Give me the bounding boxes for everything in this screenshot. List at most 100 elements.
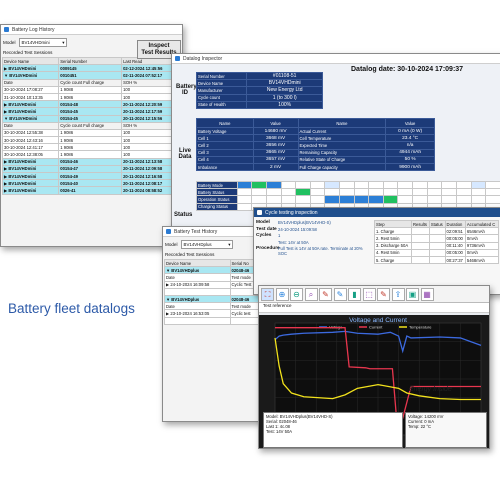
live-row: Imbalance 2 mV Full Charge capacity 9900 mA… xyxy=(196,162,435,172)
live-name: Remaining Capacity xyxy=(297,148,387,157)
window-title: Battery Log History xyxy=(12,26,55,33)
inspector-titlebar: Datalog Inspector xyxy=(172,54,500,64)
step-row[interactable]: 1. Charge 02:09:51 6546mAh xyxy=(374,227,500,236)
app-icon xyxy=(4,27,9,32)
step-status xyxy=(428,248,446,257)
status-flag xyxy=(236,180,253,190)
status-flag xyxy=(485,180,500,190)
search-icon[interactable]: ⌕ xyxy=(304,287,318,301)
live-row: Battery Voltage 14680 mV Actual Current 0 m… xyxy=(196,126,435,136)
status-flag xyxy=(324,188,341,197)
session-row[interactable]: ▶ BV14VHDmini 00154-40 20-11-2024 12:08:17 xyxy=(1,179,179,188)
cycle-testing-titlebar: Cycle testing inspection xyxy=(254,208,500,217)
session-row[interactable]: ▶ BV14VHDmini 00154-49 20-11-2024 12:16:58 xyxy=(1,171,179,181)
device-name-cell: ▶ BV14VHDmini xyxy=(1,64,60,73)
session-row[interactable]: ▶ BV14VHDmini 0026-41 20-11-2024 08:58:52 xyxy=(1,186,179,195)
test-history-titlebar: Battery Test History xyxy=(163,227,265,237)
status-flag xyxy=(368,188,384,197)
status-flag xyxy=(280,195,297,204)
status-flag xyxy=(485,188,500,197)
session-row[interactable]: ▶ BV14VHDmini 00154-47 20-11-2024 12:09:58 xyxy=(1,164,179,174)
cycle-fullcharge-cell: 1 9086 xyxy=(58,150,123,159)
step-row[interactable]: 5. Charge 00:27:37 5468mAh xyxy=(374,255,500,265)
status-flag xyxy=(236,202,253,211)
status-flag xyxy=(426,195,443,204)
step-accumulated: 0mAh xyxy=(464,248,500,257)
cycle-fullcharge-cell: 1 9086 xyxy=(58,136,123,145)
sub-row[interactable]: ▶ 23-10-2024 16:53:05 Cyclic test xyxy=(164,309,264,318)
status-flag xyxy=(324,180,341,190)
step-row[interactable]: 2. Rest 5min 00:05:00 0mAh xyxy=(374,234,500,243)
chevron-down-icon: ▾ xyxy=(228,241,231,247)
status-flag xyxy=(455,195,472,204)
session-row[interactable]: ▶ BV14VHDmini 0009145 02-12-2024 12:45:56 xyxy=(1,64,179,73)
date-cell: ▶ 23-10-2024 16:53:05 xyxy=(164,309,231,318)
model-dropdown[interactable]: BV14VHDmini ▾ xyxy=(18,38,67,47)
live-value: 4944 mAh xyxy=(385,148,435,157)
session-row[interactable]: ▶ BV14VHDmini 00154-45 20-11-2024 12:17:59 xyxy=(1,107,179,116)
live-row: Cell 2 3656 mV Expected Time n/a xyxy=(196,141,435,150)
steps-header: Status xyxy=(428,219,446,229)
sub-row[interactable]: 30-10-2024 12:43:16 1 9086 100 xyxy=(1,136,179,145)
model-dropdown[interactable]: BV14VHDplus ▾ xyxy=(180,240,233,249)
readout-lines: Voltage: 14200 mV Current: 0 mA Temp: 22 °… xyxy=(408,414,484,429)
pen-color-icon[interactable]: ✎ xyxy=(333,287,347,301)
serial-cell: 00154-49 xyxy=(58,171,123,181)
live-name: Imbalance xyxy=(196,162,254,172)
step-result xyxy=(411,241,430,250)
save-icon[interactable]: ▣ xyxy=(406,287,419,301)
step-result xyxy=(411,248,430,257)
column-header: Device Name xyxy=(1,56,60,66)
info-lines: Model: BV14VHDplus(BV14VHD-S) Serial: 020… xyxy=(266,414,400,434)
session-row[interactable]: ▶ BV14VHDmini 00154-46 20-11-2024 12:13:58 xyxy=(1,157,179,166)
last-read-cell: 20-11-2024 12:16:58 xyxy=(121,171,179,181)
zoom-in-icon[interactable]: ⊕ xyxy=(275,287,289,301)
sub-row[interactable]: ▶ 24-10-2024 16:09:58 Cyclic Test xyxy=(164,280,264,289)
status-row: Battery Mode xyxy=(196,180,500,190)
sub-header-row: Date Cycle count Full charge SOH % xyxy=(1,121,179,130)
soh-cell: 100 xyxy=(121,92,179,102)
step-accumulated: 0mAh xyxy=(464,234,500,243)
sub-row[interactable]: 31-10-2024 10:13:35 1 9086 100 xyxy=(1,92,179,102)
grid-icon[interactable]: ▦ xyxy=(420,287,434,301)
export-icon[interactable]: ⇪ xyxy=(391,287,405,301)
id-row: Cycle count 1 (to 300 l) xyxy=(195,93,323,102)
live-value: 23.4 °C xyxy=(385,134,435,143)
session-row[interactable]: ▼ BV14VHDmini 0010451 02-11-2024 07:52:17 xyxy=(1,71,179,80)
live-name: Battery Voltage xyxy=(196,126,254,136)
status-flag xyxy=(368,180,384,190)
sub-row[interactable]: 30-10-2024 12:55:38 1 9086 100 xyxy=(1,128,179,138)
zoom-fit-icon[interactable]: ⛶ xyxy=(261,287,274,301)
sub-header: Cycle count Full charge xyxy=(58,121,123,130)
last-read-cell: 20-11-2024 12:08:17 xyxy=(121,179,179,188)
zoom-out-icon[interactable]: ⊖ xyxy=(290,287,303,301)
field-label: Cycles xyxy=(256,233,272,238)
step-status xyxy=(428,241,446,250)
step-row[interactable]: 3. Discharge 50A 00:11:40 9736mAh xyxy=(374,241,500,250)
sessions-table: Device Name Serial Number Last Read ▶ BV14V… xyxy=(1,56,179,195)
step-row[interactable]: 4. Rest 5min 00:05:00 0mAh xyxy=(374,248,500,257)
status-flag xyxy=(412,180,428,190)
table-header-row: Device Name Serial No xyxy=(164,258,264,268)
pen-icon[interactable]: ✎ xyxy=(319,287,332,301)
session-row[interactable]: ▶ BV14VHDmini 00154-48 20-11-2024 12:20:59 xyxy=(1,100,179,109)
live-value: 50 % xyxy=(385,155,435,164)
log-history-window: Battery Log History Model BV14VHDmini ▾ I… xyxy=(0,24,183,247)
edit-icon[interactable]: ✎ xyxy=(377,287,390,301)
session-row[interactable]: ▼ BV14VHDplus 02048-46 xyxy=(164,266,264,275)
sub-row[interactable]: 30-10-2024 17:08:27 1 9088 100 xyxy=(1,85,179,94)
battery-id-label: Battery ID xyxy=(176,84,197,96)
model-value: BV14VHDmini xyxy=(21,40,50,45)
sub-header: Date xyxy=(164,302,231,311)
marker-icon[interactable]: ▮ xyxy=(348,287,361,301)
session-row[interactable]: ▼ BV14VHDplus 02048-46 xyxy=(164,294,264,304)
sub-row[interactable]: 30-10-2024 12:38:05 1 9086 100 xyxy=(1,150,179,159)
status-flag xyxy=(295,195,311,204)
session-row[interactable]: ▼ BV14VHDmini 00154-45 20-11-2024 12:15:56 xyxy=(1,114,179,123)
date-cell: 31-10-2024 10:13:35 xyxy=(1,92,60,102)
select-icon[interactable]: ⬚ xyxy=(362,287,376,301)
sub-row[interactable]: 30-10-2024 12:41:17 1 9086 100 xyxy=(1,143,179,152)
field-row: Test date 24-10-2024 15:09:58 xyxy=(256,227,371,232)
id-value: BV14VHDmini xyxy=(246,79,323,88)
live-header: Name xyxy=(196,118,254,128)
